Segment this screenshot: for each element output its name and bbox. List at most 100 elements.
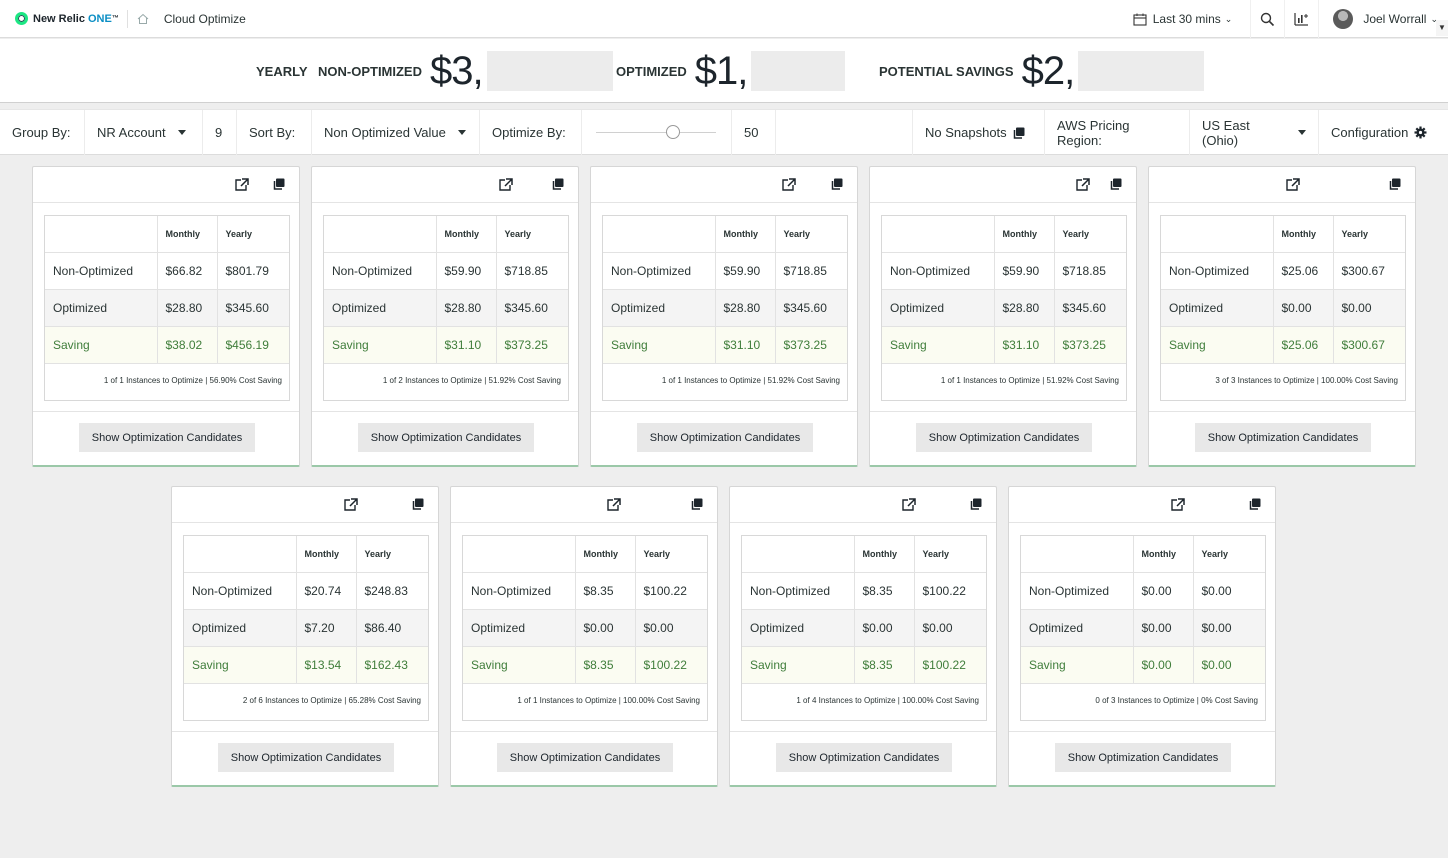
chevron-down-icon: ⌄ [1224, 13, 1233, 24]
card-header [1009, 487, 1275, 523]
table-header-row: Monthly Yearly [45, 216, 289, 253]
snapshots-button[interactable]: No Snapshots [912, 110, 1045, 155]
show-optimization-candidates-button[interactable]: Show Optimization Candidates [916, 423, 1092, 452]
table-header-row: Monthly Yearly [882, 216, 1126, 253]
optimize-by-slider[interactable] [582, 110, 732, 155]
new-relic-logo[interactable]: New Relic ONE ™ [15, 12, 119, 25]
cost-table: Monthly Yearly Non-Optimized $59.90 $718… [881, 215, 1127, 401]
brand-one: ONE [87, 12, 112, 25]
account-card: Monthly Yearly Non-Optimized $66.82 $801… [32, 166, 300, 467]
monthly-value: $0.00 [1133, 646, 1194, 684]
cost-table: Monthly Yearly Non-Optimized $8.35 $100.… [462, 535, 708, 721]
row-label: Non-Optimized [1021, 572, 1134, 610]
search-button[interactable] [1250, 0, 1284, 38]
time-range-picker[interactable]: Last 30 mins ⌄ [1133, 12, 1233, 26]
show-optimization-candidates-button[interactable]: Show Optimization Candidates [218, 743, 394, 772]
show-optimization-candidates-button[interactable]: Show Optimization Candidates [1195, 423, 1371, 452]
row-label: Non-Optimized [1161, 252, 1274, 290]
saving-row: Saving $13.54 $162.43 [184, 646, 428, 684]
show-optimization-candidates-button[interactable]: Show Optimization Candidates [79, 423, 255, 452]
open-external-icon[interactable] [499, 178, 513, 194]
monthly-value: $28.80 [715, 289, 776, 327]
yearly-value: $456.19 [217, 326, 289, 364]
account-card: Monthly Yearly Non-Optimized $59.90 $718… [590, 166, 858, 467]
monthly-value: $7.20 [296, 609, 357, 647]
non-optimized-row: Non-Optimized $0.00 $0.00 [1021, 572, 1265, 610]
monthly-header: Monthly [715, 216, 776, 253]
monthly-value: $25.06 [1273, 252, 1334, 290]
copy-icon[interactable] [831, 178, 843, 193]
summary-period-label: YEARLY [256, 63, 308, 79]
saving-row: Saving $25.06 $300.67 [1161, 326, 1405, 364]
open-external-icon[interactable] [607, 498, 621, 514]
potential-savings-total: $2, [1021, 48, 1076, 93]
user-menu[interactable]: Joel Worrall ⌄ [1318, 0, 1448, 38]
open-external-icon[interactable] [1171, 498, 1185, 514]
monthly-value: $8.35 [854, 572, 915, 610]
yearly-value: $373.25 [775, 326, 847, 364]
instances-summary: 1 of 1 Instances to Optimize | 56.90% Co… [103, 375, 282, 385]
show-optimization-candidates-button[interactable]: Show Optimization Candidates [637, 423, 813, 452]
show-optimization-candidates-button[interactable]: Show Optimization Candidates [358, 423, 534, 452]
show-optimization-candidates-button[interactable]: Show Optimization Candidates [776, 743, 952, 772]
yearly-value: $801.79 [217, 252, 289, 290]
copy-icon[interactable] [1110, 178, 1122, 193]
row-label: Optimized [603, 289, 716, 327]
card-footer: Show Optimization Candidates [1149, 411, 1415, 465]
saving-row: Saving $38.02 $456.19 [45, 326, 289, 364]
home-icon[interactable] [136, 12, 150, 26]
yearly-value: $345.60 [496, 289, 568, 327]
show-optimization-candidates-button[interactable]: Show Optimization Candidates [1055, 743, 1231, 772]
yearly-summary-bar: YEARLY NON-OPTIMIZED $3, OPTIMIZED $1, P… [0, 39, 1448, 103]
copy-icon[interactable] [552, 178, 564, 193]
group-by-select[interactable]: NR Account [85, 110, 203, 155]
copy-icon[interactable] [1249, 498, 1261, 513]
open-external-icon[interactable] [344, 498, 358, 514]
group-by-label: Group By: [12, 125, 71, 140]
calendar-icon [1133, 13, 1147, 26]
copy-icon[interactable] [1389, 178, 1401, 193]
row-label: Non-Optimized [742, 572, 855, 610]
row-label: Saving [463, 646, 576, 684]
copy-icon[interactable] [273, 178, 285, 193]
copy-icon[interactable] [970, 498, 982, 513]
open-external-icon[interactable] [1076, 178, 1090, 194]
open-external-icon[interactable] [902, 498, 916, 514]
monthly-header: Monthly [1133, 536, 1194, 573]
sort-by-label: Sort By: [249, 125, 296, 140]
sort-by-select[interactable]: Non Optimized Value [312, 110, 480, 155]
monthly-value: $0.00 [1133, 609, 1194, 647]
yearly-header: Yearly [635, 536, 707, 573]
monthly-header: Monthly [1273, 216, 1334, 253]
table-header-blank [45, 216, 158, 253]
brand-trademark: ™ [111, 15, 119, 22]
copy-icon[interactable] [412, 498, 424, 513]
configuration-button[interactable]: Configuration [1319, 110, 1448, 155]
sort-by-value: Non Optimized Value [324, 125, 446, 140]
optimize-by-value: 50 [744, 125, 759, 140]
yearly-value: $100.22 [914, 572, 986, 610]
query-chart-button[interactable] [1284, 0, 1318, 38]
card-footer: Show Optimization Candidates [312, 411, 578, 465]
pricing-region-select[interactable]: US East (Ohio) [1190, 110, 1319, 155]
yearly-value: $100.22 [635, 572, 707, 610]
open-external-icon[interactable] [782, 178, 796, 194]
table-header-blank [324, 216, 437, 253]
monthly-header: Monthly [296, 536, 357, 573]
optimized-row: Optimized $28.80 $345.60 [45, 289, 289, 327]
open-external-icon[interactable] [235, 178, 249, 194]
instances-summary: 1 of 1 Instances to Optimize | 100.00% C… [517, 695, 700, 705]
slider-handle[interactable] [666, 125, 680, 139]
show-optimization-candidates-button[interactable]: Show Optimization Candidates [497, 743, 673, 772]
yearly-value: $345.60 [775, 289, 847, 327]
yearly-value: $0.00 [1193, 646, 1265, 684]
scroll-down-icon[interactable]: ▼ [1436, 20, 1448, 36]
yearly-value: $373.25 [1054, 326, 1126, 364]
user-name: Joel Worrall [1363, 12, 1427, 26]
monthly-header: Monthly [994, 216, 1055, 253]
open-external-icon[interactable] [1286, 178, 1300, 194]
non-optimized-row: Non-Optimized $8.35 $100.22 [463, 572, 707, 610]
row-label: Saving [324, 326, 437, 364]
saving-row: Saving $0.00 $0.00 [1021, 646, 1265, 684]
copy-icon[interactable] [691, 498, 703, 513]
